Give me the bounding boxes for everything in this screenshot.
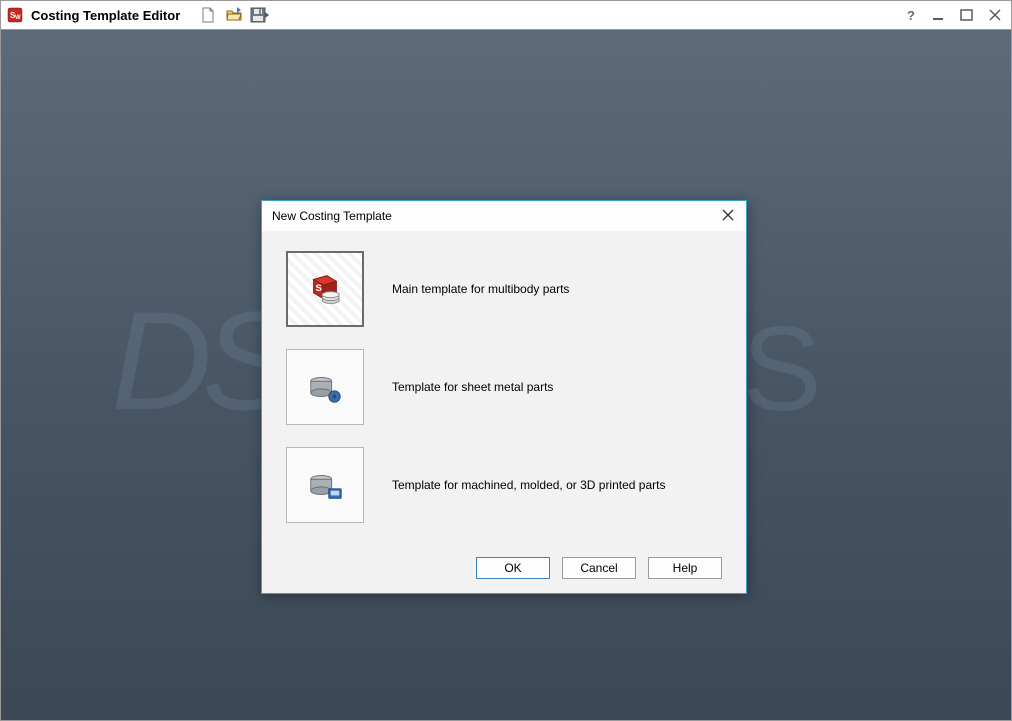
multibody-icon: S <box>306 270 344 308</box>
maximize-icon[interactable] <box>959 7 975 23</box>
svg-text:S: S <box>316 283 322 294</box>
app-icon: S W <box>7 7 23 23</box>
template-label-multibody: Main template for multibody parts <box>392 282 569 296</box>
template-option-sheetmetal[interactable]: Template for sheet metal parts <box>286 349 722 425</box>
save-icon[interactable] <box>250 5 270 25</box>
svg-text:W: W <box>15 15 21 21</box>
logo-left-fragment: DS <box>111 280 285 442</box>
dialog-buttons: OK Cancel Help <box>286 545 722 579</box>
dialog-close-icon[interactable] <box>722 209 736 223</box>
toolbar <box>198 5 270 25</box>
template-tile-sheetmetal[interactable] <box>286 349 364 425</box>
help-icon[interactable]: ? <box>903 7 919 23</box>
open-icon[interactable] <box>224 5 244 25</box>
close-icon[interactable] <box>987 7 1003 23</box>
titlebar: S W Costing Template Editor <box>1 1 1011 29</box>
ok-button[interactable]: OK <box>476 557 550 579</box>
template-option-multibody[interactable]: S Main template for multibody parts <box>286 251 722 327</box>
new-icon[interactable] <box>198 5 218 25</box>
dialog-titlebar: New Costing Template <box>262 201 746 231</box>
app-window: S W Costing Template Editor <box>0 0 1012 721</box>
template-option-machined[interactable]: Template for machined, molded, or 3D pri… <box>286 447 722 523</box>
template-label-sheetmetal: Template for sheet metal parts <box>392 380 553 394</box>
dialog-body: S Main template for multibody parts <box>262 231 746 593</box>
template-tile-machined[interactable] <box>286 447 364 523</box>
app-title: Costing Template Editor <box>31 8 180 23</box>
machined-icon <box>306 466 344 504</box>
template-tile-multibody[interactable]: S <box>286 251 364 327</box>
minimize-icon[interactable] <box>931 7 947 23</box>
template-label-machined: Template for machined, molded, or 3D pri… <box>392 478 665 492</box>
dialog-title: New Costing Template <box>272 209 392 223</box>
help-button[interactable]: Help <box>648 557 722 579</box>
sheetmetal-icon <box>306 368 344 406</box>
window-controls: ? <box>903 7 1005 23</box>
new-costing-template-dialog: New Costing Template <box>261 200 747 594</box>
cancel-button[interactable]: Cancel <box>562 557 636 579</box>
svg-text:?: ? <box>907 8 915 22</box>
client-area: DS RKS New Costing Template <box>1 29 1011 720</box>
